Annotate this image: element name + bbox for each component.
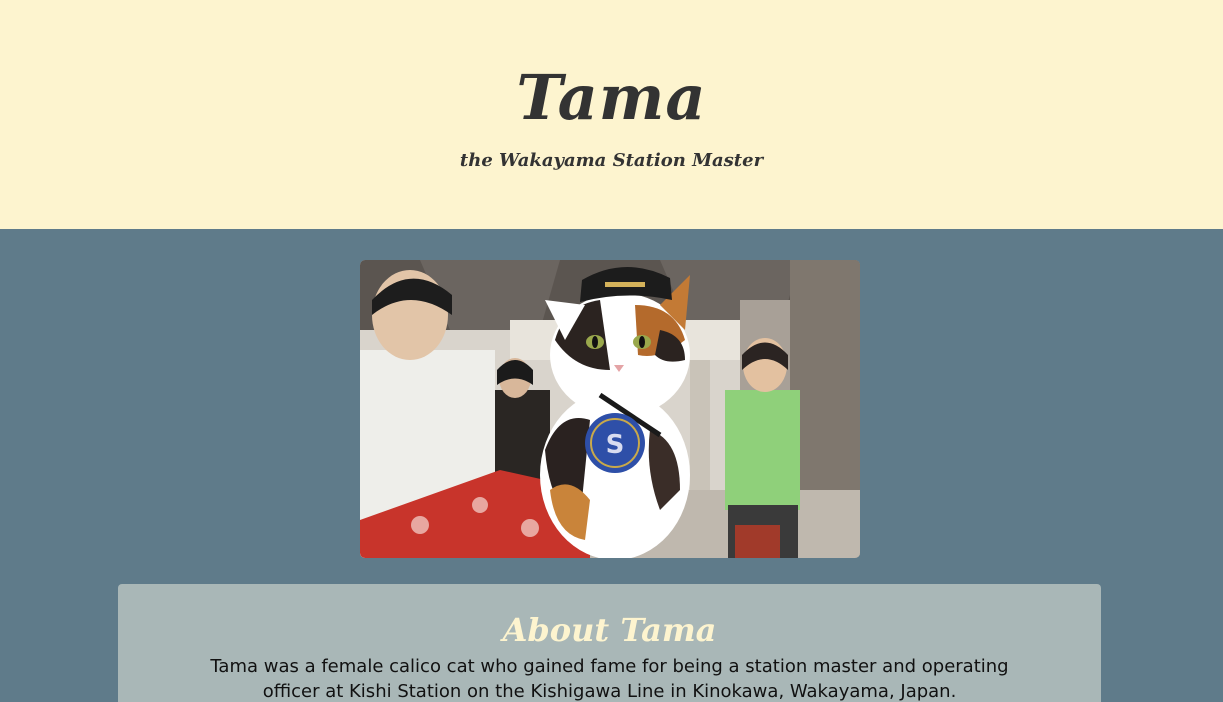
about-section: About Tama Tama was a female calico cat … [118, 584, 1101, 702]
about-text: Tama was a female calico cat who gained … [210, 656, 1009, 702]
about-heading: About Tama [502, 611, 717, 649]
main-content: S About Tama Tama was a female calico ca… [0, 229, 1223, 702]
page-title: Tama [516, 61, 707, 134]
tama-photo: S [360, 260, 860, 558]
page-subtitle: the Wakayama Station Master [459, 150, 764, 171]
page-header: Tama the Wakayama Station Master [0, 0, 1223, 229]
svg-text:S: S [606, 430, 625, 460]
